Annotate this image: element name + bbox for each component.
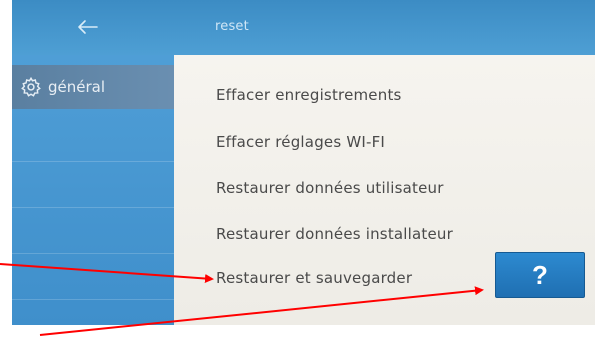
menu-item-restaurer-et-sauvegarder[interactable]: Restaurer et sauvegarder xyxy=(216,269,412,287)
help-button[interactable]: ? xyxy=(495,252,585,298)
screen-title: reset xyxy=(215,19,249,34)
sidebar-divider xyxy=(12,207,174,208)
sidebar: général xyxy=(12,55,174,325)
sidebar-divider xyxy=(12,161,174,162)
top-bar: reset xyxy=(12,0,595,55)
menu-item-effacer-reglages-wifi[interactable]: Effacer réglages WI-FI xyxy=(216,133,385,151)
sidebar-divider xyxy=(12,253,174,254)
sidebar-divider xyxy=(12,299,174,300)
device-screen: reset général Effacer enregistrements Ef… xyxy=(12,0,595,325)
menu-item-restaurer-donnees-utilisateur[interactable]: Restaurer données utilisateur xyxy=(216,179,444,197)
menu-item-restaurer-donnees-installateur[interactable]: Restaurer données installateur xyxy=(216,225,453,243)
sidebar-item-general[interactable]: général xyxy=(12,65,174,109)
arrow-left-icon xyxy=(78,20,98,34)
back-button[interactable] xyxy=(57,10,117,44)
gear-icon xyxy=(21,76,41,97)
menu-item-effacer-enregistrements[interactable]: Effacer enregistrements xyxy=(216,86,402,104)
sidebar-item-label: général xyxy=(48,78,106,96)
